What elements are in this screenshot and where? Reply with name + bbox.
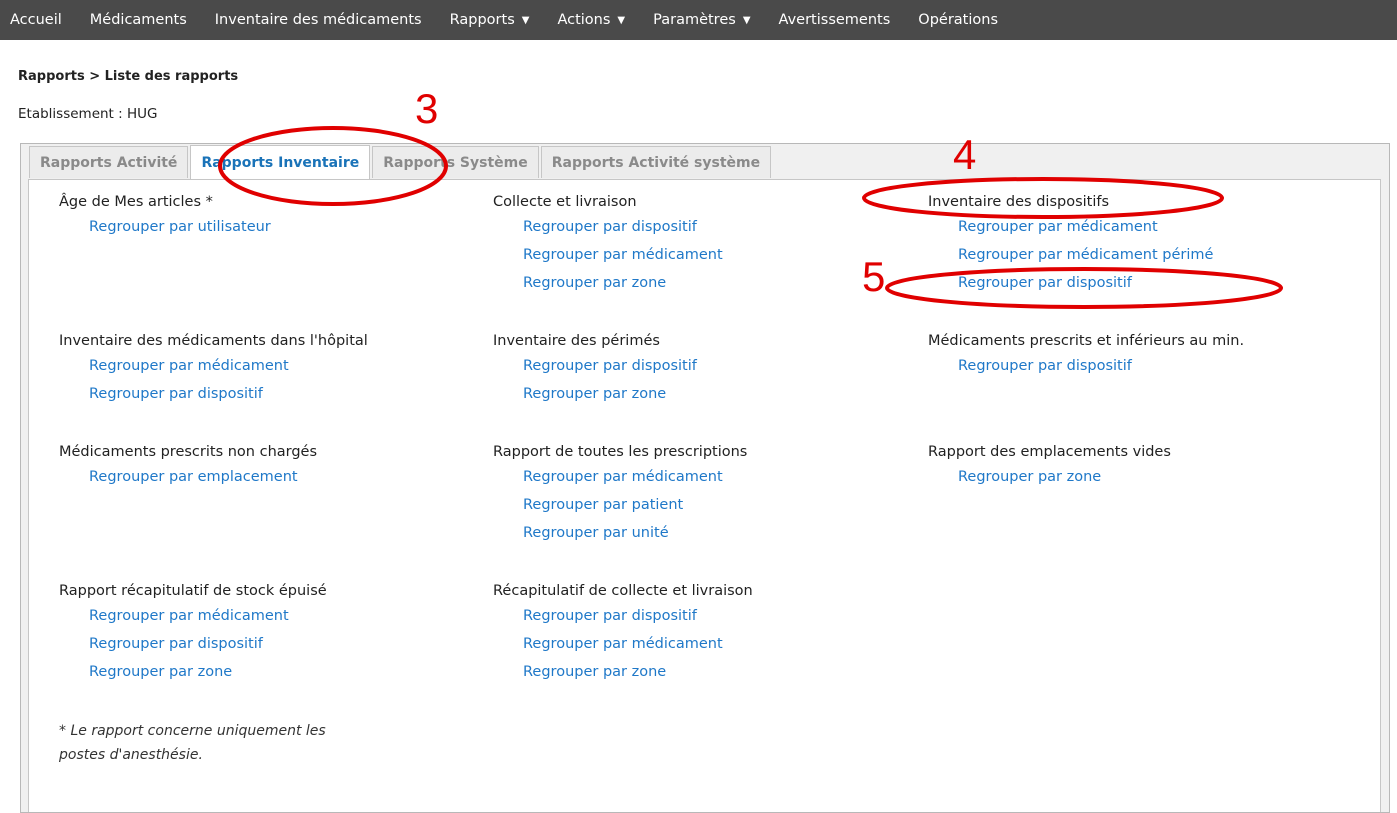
report-link[interactable]: Regrouper par zone xyxy=(493,269,723,297)
nav-item-label: Actions xyxy=(557,12,611,28)
report-link[interactable]: Regrouper par zone xyxy=(59,658,327,686)
report-link[interactable]: Regrouper par médicament xyxy=(59,602,327,630)
nav-item-avertissements[interactable]: Avertissements xyxy=(779,12,891,28)
report-group-title: Médicaments prescrits non chargés xyxy=(59,444,318,460)
report-link[interactable]: Regrouper par dispositif xyxy=(928,269,1213,297)
report-link[interactable]: Regrouper par utilisateur xyxy=(59,213,271,241)
caret-down-icon: ▼ xyxy=(617,14,626,26)
report-group: Âge de Mes articles * Regrouper par util… xyxy=(59,191,271,241)
report-group-title: Récapitulatif de collecte et livraison xyxy=(493,583,753,599)
tab-rapports-systeme[interactable]: Rapports Système xyxy=(372,146,539,178)
nav-item-accueil[interactable]: Accueil xyxy=(10,12,62,28)
report-group-title: Rapport de toutes les prescriptions xyxy=(493,444,748,460)
nav-item-label: Paramètres xyxy=(653,12,736,28)
nav-item-label: Rapports xyxy=(449,12,515,28)
report-link[interactable]: Regrouper par patient xyxy=(493,491,747,519)
nav-item-label: Inventaire des médicaments xyxy=(214,12,422,28)
report-group: Médicaments prescrits et inférieurs au m… xyxy=(928,330,1244,380)
report-group: Rapport de toutes les prescriptions Regr… xyxy=(493,441,747,547)
report-group: Collecte et livraison Regrouper par disp… xyxy=(493,191,723,297)
tab-rapports-activite[interactable]: Rapports Activité xyxy=(29,146,189,178)
report-link[interactable]: Regrouper par dispositif xyxy=(493,213,723,241)
report-link[interactable]: Regrouper par médicament xyxy=(493,630,753,658)
report-group: Rapport des emplacements vides Regrouper… xyxy=(928,441,1171,491)
report-link[interactable]: Regrouper par zone xyxy=(493,380,697,408)
nav-item-label: Avertissements xyxy=(778,12,891,28)
report-link[interactable]: Regrouper par dispositif xyxy=(493,602,753,630)
nav-item-label: Accueil xyxy=(10,12,62,28)
report-link[interactable]: Regrouper par zone xyxy=(493,658,753,686)
nav-item-actions[interactable]: Actions ▼ xyxy=(557,12,625,28)
report-group-title: Inventaire des dispositifs xyxy=(928,194,1110,210)
annotation-step-4: 4 xyxy=(953,131,977,178)
report-group: Inventaire des médicaments dans l'hôpita… xyxy=(59,330,368,408)
nav-item-inventaire[interactable]: Inventaire des médicaments xyxy=(215,12,422,28)
establishment-label: Etablissement : HUG xyxy=(18,106,158,122)
nav-item-label: Médicaments xyxy=(89,12,187,28)
footnote: * Le rapport concerne uniquement les pos… xyxy=(59,719,459,767)
report-group-title: Rapport récapitulatif de stock épuisé xyxy=(59,583,327,599)
footnote-line: * Le rapport concerne uniquement les xyxy=(59,723,326,739)
report-link[interactable]: Regrouper par médicament xyxy=(493,241,723,269)
report-group: Rapport récapitulatif de stock épuisé Re… xyxy=(59,580,327,686)
top-navbar: Accueil Médicaments Inventaire des médic… xyxy=(0,0,1397,40)
caret-down-icon: ▼ xyxy=(742,14,751,26)
nav-item-operations[interactable]: Opérations xyxy=(918,12,998,28)
report-link[interactable]: Regrouper par médicament xyxy=(59,352,368,380)
annotation-step-5: 5 xyxy=(862,253,886,300)
report-group: Inventaire des dispositifs Regrouper par… xyxy=(928,191,1213,297)
report-group: Médicaments prescrits non chargés Regrou… xyxy=(59,441,317,491)
report-link[interactable]: Regrouper par dispositif xyxy=(493,352,697,380)
report-link[interactable]: Regrouper par dispositif xyxy=(928,352,1244,380)
report-link[interactable]: Regrouper par dispositif xyxy=(59,630,327,658)
report-link[interactable]: Regrouper par unité xyxy=(493,519,747,547)
report-group-title: Inventaire des médicaments dans l'hôpita… xyxy=(59,333,368,349)
report-link[interactable]: Regrouper par médicament xyxy=(928,213,1213,241)
tab-rapports-inventaire[interactable]: Rapports Inventaire xyxy=(190,145,371,179)
report-link[interactable]: Regrouper par médicament périmé xyxy=(928,241,1213,269)
report-link[interactable]: Regrouper par zone xyxy=(928,463,1171,491)
report-group: Récapitulatif de collecte et livraison R… xyxy=(493,580,753,686)
report-tabs: Rapports Activité Rapports Inventaire Ra… xyxy=(29,145,773,179)
report-link[interactable]: Regrouper par dispositif xyxy=(59,380,368,408)
nav-item-medicaments[interactable]: Médicaments xyxy=(90,12,187,28)
report-group: Inventaire des périmés Regrouper par dis… xyxy=(493,330,697,408)
nav-item-rapports[interactable]: Rapports ▼ xyxy=(450,12,530,28)
caret-down-icon: ▼ xyxy=(521,14,530,26)
nav-item-parametres[interactable]: Paramètres ▼ xyxy=(653,12,750,28)
tab-rapports-activite-systeme[interactable]: Rapports Activité système xyxy=(540,146,772,178)
report-link[interactable]: Regrouper par emplacement xyxy=(59,463,317,491)
footnote-line: postes d'anesthésie. xyxy=(59,747,203,763)
report-group-title: Collecte et livraison xyxy=(493,194,637,210)
report-link[interactable]: Regrouper par médicament xyxy=(493,463,747,491)
breadcrumb: Rapports > Liste des rapports xyxy=(18,69,239,84)
report-group-title: Rapport des emplacements vides xyxy=(928,444,1171,460)
nav-item-label: Opérations xyxy=(918,12,998,28)
report-group-title: Médicaments prescrits et inférieurs au m… xyxy=(928,333,1245,349)
report-group-title: Âge de Mes articles * xyxy=(59,194,213,210)
report-group-title: Inventaire des périmés xyxy=(493,333,660,349)
annotation-step-3: 3 xyxy=(415,85,439,132)
